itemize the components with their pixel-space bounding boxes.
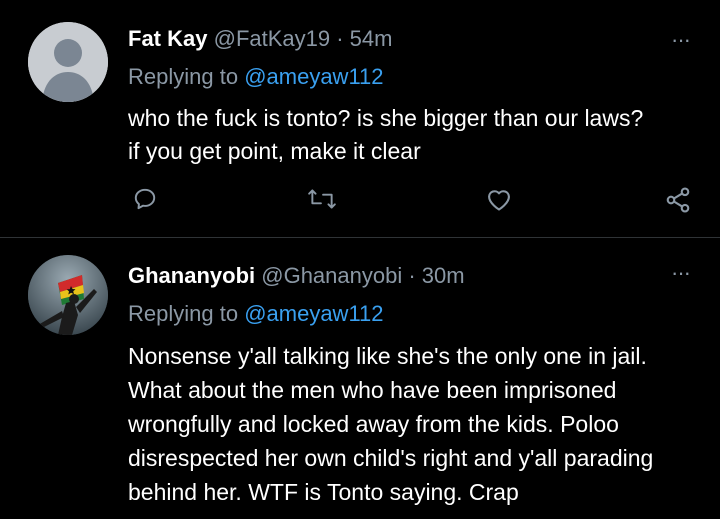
- tweet-text-line: What about the men who have been impriso…: [128, 377, 617, 403]
- more-options-icon[interactable]: ···: [671, 27, 691, 53]
- replying-to: Replying to @ameyaw112: [128, 64, 384, 90]
- reply-icon[interactable]: [132, 186, 158, 212]
- more-options-icon[interactable]: ···: [671, 260, 691, 286]
- tweet-text-line: disrespected her own child's right and y…: [128, 445, 654, 471]
- reply-handle-link[interactable]: @ameyaw112: [244, 64, 383, 89]
- like-icon[interactable]: [485, 186, 513, 212]
- replying-to-label: Replying to: [128, 301, 245, 326]
- profile-photo-flag-icon: [28, 255, 108, 335]
- tweet-text: Nonsense y'all talking like she's the on…: [128, 339, 698, 509]
- separator-dot: ·: [330, 26, 350, 51]
- user-handle[interactable]: @Ghananyobi: [261, 263, 402, 288]
- avatar[interactable]: [28, 255, 108, 335]
- display-name[interactable]: Ghananyobi: [128, 263, 255, 288]
- tweet[interactable]: Fat Kay @FatKay19 · 54m ··· Replying to …: [0, 0, 720, 237]
- tweet-header: Ghananyobi @Ghananyobi · 30m: [128, 263, 465, 289]
- action-bar: [0, 186, 720, 216]
- user-handle[interactable]: @FatKay19: [214, 26, 331, 51]
- share-icon[interactable]: [664, 186, 692, 214]
- tweet-header: Fat Kay @FatKay19 · 54m: [128, 26, 392, 52]
- replying-to: Replying to @ameyaw112: [128, 301, 384, 327]
- timestamp[interactable]: 54m: [350, 26, 393, 51]
- separator-dot: ·: [402, 263, 422, 288]
- tweet-text: who the fuck is tonto? is she bigger tha…: [128, 102, 698, 168]
- display-name[interactable]: Fat Kay: [128, 26, 207, 51]
- tweet-text-line: if you get point, make it clear: [128, 138, 421, 164]
- tweet[interactable]: Ghananyobi @Ghananyobi · 30m ··· Replyin…: [0, 238, 720, 519]
- tweet-text-line: wrongfully and locked away from the kids…: [128, 411, 619, 437]
- reply-handle-link[interactable]: @ameyaw112: [244, 301, 383, 326]
- avatar[interactable]: [28, 22, 108, 102]
- tweet-text-line: who the fuck is tonto? is she bigger tha…: [128, 105, 644, 131]
- timestamp[interactable]: 30m: [422, 263, 465, 288]
- tweet-text-line: Nonsense y'all talking like she's the on…: [128, 343, 647, 369]
- default-avatar-icon: [28, 22, 108, 102]
- replying-to-label: Replying to: [128, 64, 245, 89]
- tweet-text-line: behind her. WTF is Tonto saying. Crap: [128, 479, 519, 505]
- retweet-icon[interactable]: [307, 186, 337, 212]
